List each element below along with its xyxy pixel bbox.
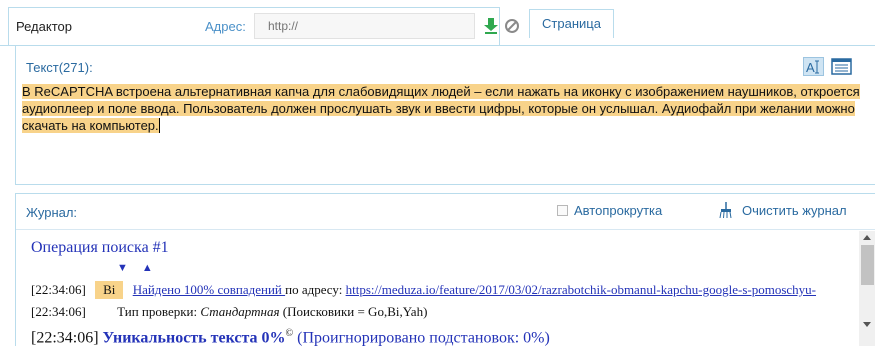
text-cursor [158, 118, 160, 133]
arrow-down-icon[interactable]: ▼ [117, 262, 142, 274]
uniqueness-result: Уникальность текста 0% [102, 329, 286, 346]
editor-text-area[interactable]: В ReCAPTCHA встроена альтернативная капч… [22, 83, 874, 134]
vertical-scrollbar[interactable] [859, 231, 875, 346]
address-input[interactable] [254, 13, 475, 39]
broom-icon [718, 202, 734, 219]
log-time: [22:34:06] [31, 329, 99, 346]
log-time: [22:34:06] [31, 304, 86, 319]
download-icon[interactable] [484, 18, 498, 34]
block-icon[interactable] [504, 18, 520, 34]
address-label: Адрес: [205, 19, 246, 34]
scroll-up-icon[interactable] [863, 235, 871, 240]
clear-journal-button[interactable]: Очистить журнал [709, 200, 859, 222]
editor-text: В ReCAPTCHA встроена альтернативная капч… [22, 84, 860, 133]
font-format-button[interactable]: A [803, 57, 824, 76]
log-mid-text: по адресу: [285, 282, 346, 297]
log-row: [22:34:06] Bi Найдено 100% совпадений по… [31, 281, 816, 299]
operation-title: Операция поиска #1 [31, 239, 169, 256]
editor-label: Текст(271): [26, 60, 93, 75]
autoscroll-label[interactable]: Автопрокрутка [574, 203, 662, 218]
tab-page[interactable]: Страница [529, 9, 614, 38]
ignored-substitutions: (Проигнорировано подстановок: 0%) [297, 329, 550, 346]
autoscroll-checkbox[interactable] [557, 205, 568, 216]
engine-badge: Bi [95, 281, 124, 299]
tab-page-label: Страница [542, 16, 601, 31]
scroll-down-icon[interactable] [863, 322, 871, 327]
journal-header: Журнал: Автопрокрутка Очистить журнал [16, 194, 875, 230]
svg-text:A: A [806, 60, 815, 75]
clear-journal-label: Очистить журнал [742, 203, 847, 218]
journal-panel: Журнал: Автопрокрутка Очистить журнал Оп… [15, 193, 875, 346]
tab-editor[interactable]: Редактор Адрес: [8, 7, 519, 45]
copyright-mark: © [285, 328, 294, 339]
tab-editor-label: Редактор [16, 19, 72, 34]
top-bar: Редактор Адрес: Страница [0, 0, 875, 45]
editor-panel: Текст(271): A В ReCAPTCHA встроена альте… [15, 45, 875, 185]
log-row: [22:34:06] Тип проверки: Стандартная (По… [31, 304, 427, 320]
check-type-label: Тип проверки: [117, 304, 201, 319]
found-link[interactable]: Найдено 100% совпадений [133, 282, 285, 297]
journal-label: Журнал: [26, 205, 78, 220]
check-type-value: Стандартная [200, 304, 280, 319]
journal-log: Операция поиска #1 ▼▲ [22:34:06] Bi Найд… [16, 231, 859, 346]
check-type-engines: (Поисковики = Go,Bi,Yah) [279, 304, 428, 319]
list-view-icon [831, 58, 852, 75]
log-time: [22:34:06] [31, 282, 86, 297]
scroll-thumb[interactable] [861, 245, 874, 285]
font-format-icon: A [806, 60, 819, 75]
list-view-button[interactable] [831, 57, 852, 76]
source-url-link[interactable]: https://meduza.io/feature/2017/03/02/raz… [346, 282, 816, 297]
sort-arrows: ▼▲ [117, 262, 167, 274]
log-row: [22:34:06] Уникальность текста 0%© (Прои… [31, 328, 550, 346]
arrow-up-icon[interactable]: ▲ [142, 262, 167, 274]
